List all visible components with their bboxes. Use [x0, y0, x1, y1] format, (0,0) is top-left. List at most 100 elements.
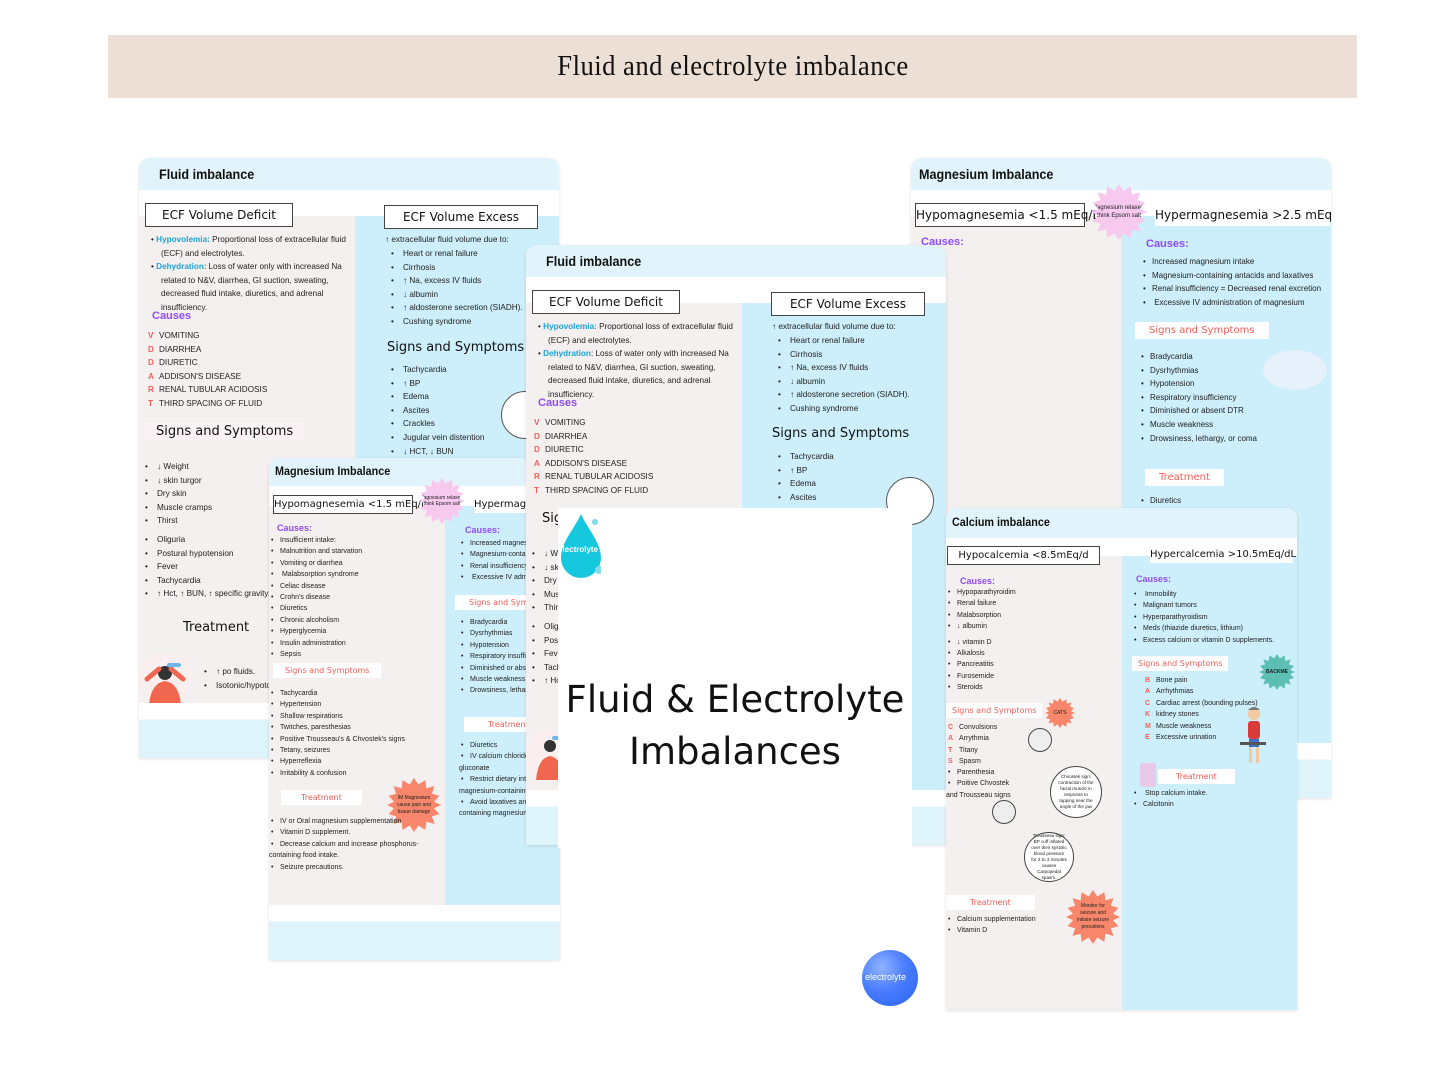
causes-mnemonic: V VOMITING D DIARRHEA D DIURETIC A ADDISON'S…	[148, 329, 267, 411]
chvostek-face-illustration	[1028, 728, 1052, 752]
sheet-header: Calcium imbalance	[946, 508, 1297, 538]
keyword-hypovolemia: Hypovolemia:	[156, 235, 210, 244]
hypo-treatment-heading: Treatment	[946, 895, 1035, 910]
list-item: Hypotension	[1139, 377, 1257, 391]
sheet-header-title: Magnesium Imbalance	[275, 464, 391, 478]
chvostek-sign-note: Chvostek sign: contraction of the facial…	[1050, 766, 1102, 818]
list-item: Edema	[776, 477, 834, 491]
sheet-header-title: Magnesium Imbalance	[919, 166, 1054, 182]
list-item: ↑ aldosterone secretion (SIADH).	[389, 301, 523, 315]
list-item: Hypoparathyroidim	[946, 587, 1016, 598]
list-item: Jugular vein distention	[389, 431, 484, 445]
excess-intro: ↑ extracellular fluid volume due to:	[385, 235, 509, 244]
list-item: Hyperparathyroidism	[1132, 612, 1274, 623]
list-item: IV or Oral magnesium supplementation	[269, 816, 419, 827]
list-item: Renal failure	[946, 598, 1016, 609]
calcium-imbalance-sheet: Calcium imbalance Hypocalcemia <8.5mEq/d…	[946, 508, 1297, 1010]
excess-title: ECF Volume Excess	[771, 292, 925, 316]
cover-page: Fluid & Electrolyte Imbalances	[558, 508, 912, 848]
list-item: Hyperglycemia	[269, 626, 362, 637]
list-item: ↑ BP	[776, 464, 834, 478]
list-item: ↑ Hct, ↑ BUN, ↑ specific gravity.	[143, 587, 270, 601]
cover-title-line-2: Imbalances	[629, 730, 841, 773]
list-item: Meds (thiazide diuretics, lithium)	[1132, 623, 1274, 634]
sheet-header-title: Fluid imbalance	[546, 253, 642, 269]
hyper-causes-heading: Causes:	[1146, 238, 1189, 250]
keyword-dehydration: Dehydration	[543, 349, 591, 359]
hypo-signs-list: Tachycardia Hypertension Shallow respira…	[269, 688, 405, 779]
causes-mnemonic: V VOMITING D DIARRHEA D DIURETIC A ADDISON'S…	[534, 416, 653, 498]
hypocalcemia-title: Hypocalcemia <8.5mEq/d	[947, 546, 1100, 565]
list-item: Respiratory insufficiency	[1139, 391, 1257, 405]
list-item: Muscle weakness	[1139, 418, 1257, 432]
sheet-header-title: Calcium imbalance	[952, 515, 1050, 529]
list-item: Celiac disease	[269, 581, 362, 592]
list-item: Tachycardia	[776, 450, 834, 464]
sheet-header: Magnesium Imbalance	[269, 458, 560, 486]
list-item: ↑ Na, excess IV fluids	[389, 274, 523, 288]
hypo-treatment-list: IV or Oral magnesium supplementation Vit…	[269, 816, 419, 873]
list-item: A ADDISON'S DISEASE	[534, 458, 628, 468]
hyper-causes-heading: Causes:	[1136, 574, 1172, 584]
keyword-hypovolemia: Hypovolemia:	[543, 322, 597, 331]
list-item: R RENAL TUBULAR ACIDOSIS	[148, 385, 268, 395]
pill-bottle-illustration	[1140, 763, 1156, 787]
list-item: Cushing syndrome	[389, 315, 523, 329]
hypo-signs-heading: Signs and Symptoms	[273, 663, 382, 678]
hypomagnesemia-title: Hypomagnesemia <1.5 mEq/L	[915, 203, 1099, 227]
hyper-treatment-list: Diuretics	[1139, 494, 1181, 508]
list-item: Calcitonin	[1132, 799, 1208, 810]
list-item: D DIARRHEA	[148, 344, 202, 354]
causes-heading: Causes	[538, 397, 578, 409]
list-item: ↓ albumin	[946, 621, 1016, 632]
excess-signs-heading: Signs and Symptoms	[387, 340, 525, 355]
list-item: Bradycardia	[1139, 350, 1257, 364]
excess-intro: ↑ extracellular fluid volume due to:	[772, 322, 896, 331]
hyper-treatment-list: Stop calcium intake. Calcitonin	[1132, 788, 1208, 811]
list-item: Renal insufficiency = Decreased renal ex…	[1141, 282, 1321, 296]
list-item: Alkalosis	[946, 648, 1016, 659]
list-item: Sepsis	[269, 649, 362, 660]
hypo-treatment-heading: Treatment	[281, 790, 362, 805]
signs-heading: Signs and Symptoms	[144, 422, 306, 441]
list-item: Diuretics	[1139, 494, 1181, 508]
list-item: Vitamin D supplement.	[269, 827, 419, 838]
list-item: ↑ Na, excess IV fluids	[776, 361, 910, 375]
list-item: Tachycardia	[389, 363, 484, 377]
list-item: Cushing syndrome	[776, 402, 910, 416]
page-title: Fluid and electrolyte imbalance	[556, 50, 909, 82]
list-item: A ADDISON'S DISEASE	[148, 371, 242, 381]
deficit-signs-list-b: Oliguria Postural hypotension Fever Tach…	[143, 533, 270, 601]
list-item: Cirrhosis	[776, 348, 910, 362]
magnesium-imbalance-sheet-front: Magnesium Imbalance Hypomagnesemia <1.5 …	[269, 458, 560, 960]
list-item: ↑ aldosterone secretion (SIADH).	[776, 388, 910, 402]
drinking-woman-illustration	[139, 653, 191, 705]
list-item: Tachycardia	[143, 574, 270, 588]
list-item: ↓ Weight	[143, 460, 212, 474]
sheet-header: Fluid imbalance	[139, 158, 559, 190]
list-item: Magnesium-containing antacids and laxati…	[1141, 269, 1321, 283]
list-item: Edema	[389, 390, 484, 404]
excess-signs-heading: Signs and Symptoms	[772, 426, 910, 441]
list-item: Immobility	[1132, 589, 1274, 600]
list-item: ↓ HCT, ↓ BUN	[389, 445, 484, 459]
list-item: Dysrhythmias	[1139, 364, 1257, 378]
causes-heading: Causes:	[277, 523, 313, 533]
boy-lifting-weights-illustration	[1238, 706, 1268, 768]
cover-title-line-1: Fluid & Electrolyte	[565, 678, 905, 721]
list-item: T Titany	[948, 746, 978, 754]
list-item: Steroids	[946, 682, 1016, 693]
deficit-signs-list-a: ↓ Weight ↓ skin turgor Dry skin Muscle c…	[143, 460, 212, 528]
hypo-signs-heading: Signs and Symptoms	[946, 703, 1043, 718]
list-item: Crackles	[389, 417, 484, 431]
list-item: T THIRD SPACING OF FLUID	[534, 485, 649, 495]
list-item: Tetany, seizures	[269, 745, 405, 756]
excess-causes-list: Heart or renal failure Cirrhosis ↑ Na, e…	[389, 247, 523, 329]
list-item: Pancreatitis	[946, 659, 1016, 670]
list-item: Muscle cramps	[143, 501, 212, 515]
excess-causes-list: Heart or renal failure Cirrhosis ↑ Na, e…	[776, 334, 910, 416]
list-item: ↓ vitamin D	[946, 637, 1016, 648]
list-item: Malignant tumors	[1132, 600, 1274, 611]
list-item: T THIRD SPACING OF FLUID	[148, 398, 263, 408]
sheet-header-title: Fluid imbalance	[159, 166, 255, 182]
